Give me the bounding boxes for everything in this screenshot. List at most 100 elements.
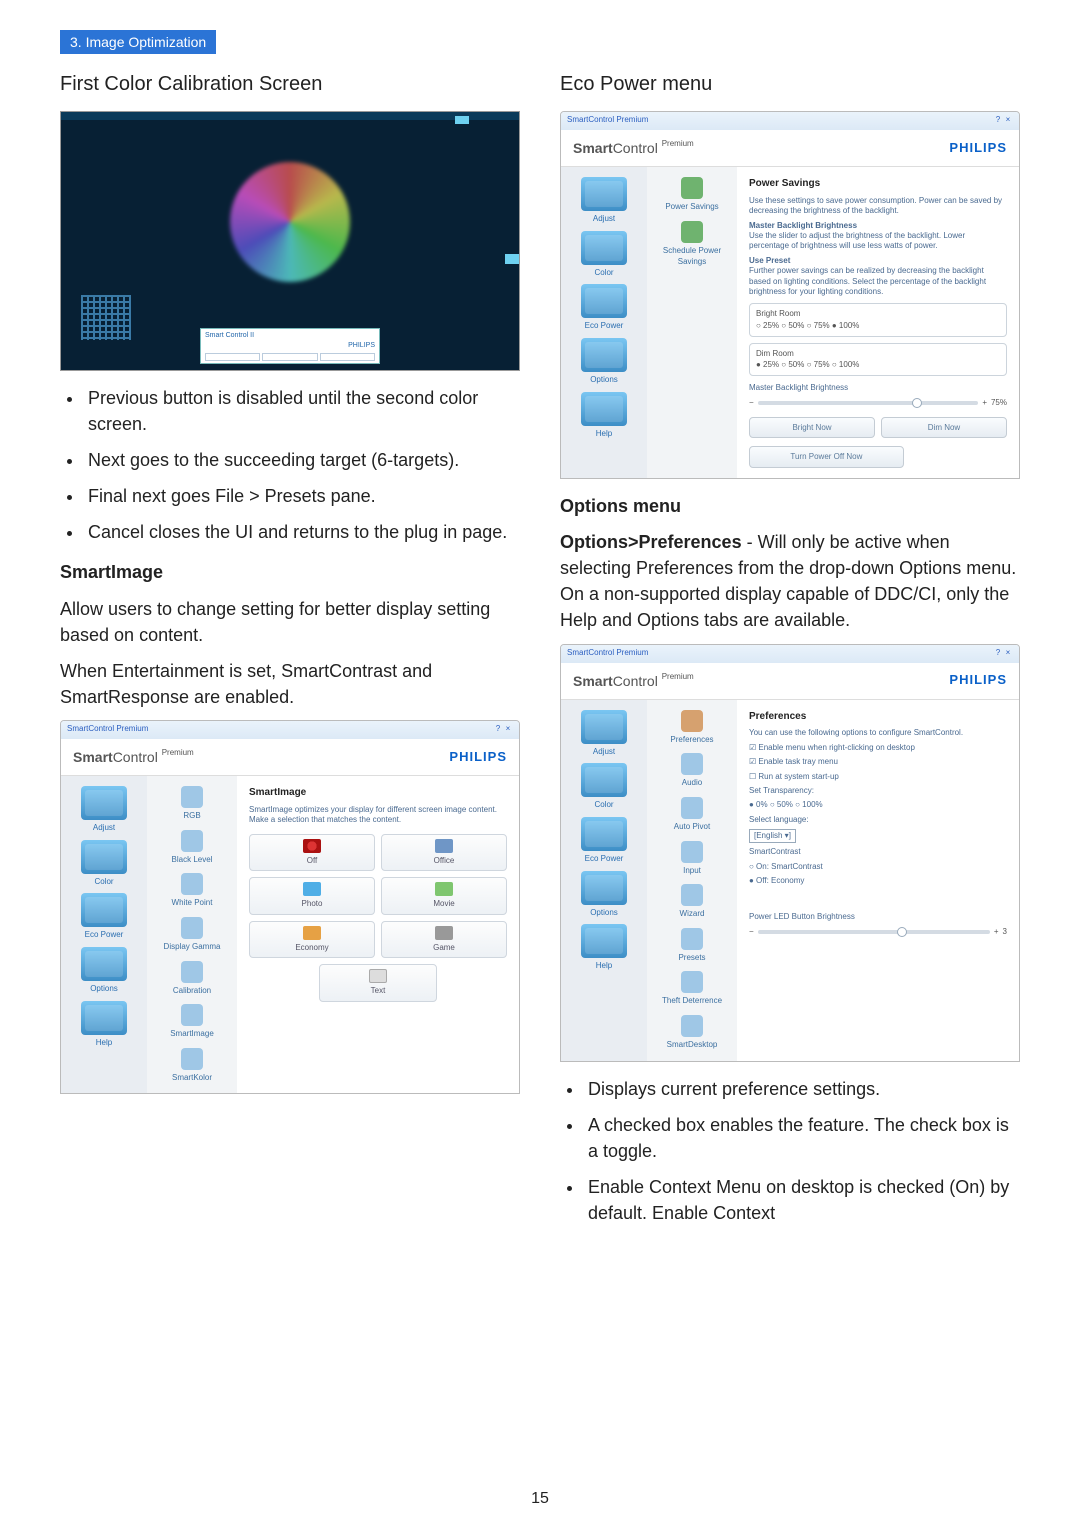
fieldset-bright-room[interactable]: Bright Room ○ 25% ○ 50% ○ 75% ● 100%: [749, 303, 1007, 336]
panel-content: Power Savings Use these settings to save…: [737, 167, 1019, 478]
tile-photo[interactable]: Photo: [249, 877, 375, 915]
pref-line[interactable]: ☑ Enable task tray menu: [749, 757, 1007, 767]
sidebar-item-adjust[interactable]: Adjust: [573, 177, 635, 225]
panel-subsidebar: Power Savings Schedule Power Savings: [647, 167, 737, 478]
panel-titlebar-text: SmartControl Premium: [567, 647, 648, 661]
fs2-opts[interactable]: ● 25% ○ 50% ○ 75% ○ 100%: [756, 359, 1000, 371]
sidebar-item-color[interactable]: Color: [573, 231, 635, 279]
sidebar-item-ecopower[interactable]: Eco Power: [73, 893, 135, 941]
philips-logo: PHILIPS: [949, 671, 1007, 690]
bright-now-button[interactable]: Bright Now: [749, 417, 875, 439]
pref-line[interactable]: ● 0% ○ 50% ○ 100%: [749, 800, 1007, 810]
philips-logo: PHILIPS: [449, 748, 507, 767]
pref-line[interactable]: ● Off: Economy: [749, 876, 1007, 886]
slider-label: Master Backlight Brightness: [749, 382, 1007, 394]
subsidebar-schedule[interactable]: Schedule Power Savings: [657, 221, 727, 268]
content-title: SmartImage: [249, 786, 507, 801]
calib-label-1: Smart Control II: [205, 331, 375, 341]
pref-line[interactable]: ○ On: SmartContrast: [749, 862, 1007, 872]
panel-content: Preferences You can use the following op…: [737, 700, 1019, 1061]
close-icon[interactable]: ×: [1003, 114, 1013, 124]
slider-row[interactable]: − + 3: [749, 926, 1007, 938]
sidebar-item-color[interactable]: Color: [573, 763, 635, 811]
sc-rest: Control: [613, 140, 658, 156]
dim-now-button[interactable]: Dim Now: [881, 417, 1007, 439]
tile-economy[interactable]: Economy: [249, 921, 375, 959]
help-icon[interactable]: ?: [493, 723, 503, 733]
panel-titlebar: SmartControl Premium ?×: [561, 645, 1019, 663]
sc-rest: Control: [613, 673, 658, 689]
tile-office[interactable]: Office: [381, 834, 507, 872]
subsidebar-gamma[interactable]: Display Gamma: [157, 917, 227, 953]
help-icon[interactable]: ?: [993, 114, 1003, 124]
close-icon[interactable]: ×: [1003, 647, 1013, 657]
right-column: Eco Power menu SmartControl Premium ?× S…: [560, 70, 1020, 1240]
panel-subsidebar: Preferences Audio Auto Pivot Input Wizar…: [647, 700, 737, 1061]
smartimage-p1: Allow users to change setting for better…: [60, 596, 520, 648]
sidebar-item-ecopower[interactable]: Eco Power: [573, 284, 635, 332]
tiles: Off Office Photo Movie Economy Game Text: [249, 834, 507, 1002]
fs1-opts[interactable]: ○ 25% ○ 50% ○ 75% ● 100%: [756, 320, 1000, 332]
sidebar-item-help[interactable]: Help: [573, 392, 635, 440]
pref-line[interactable]: ☐ Run at system start-up: [749, 772, 1007, 782]
panel-header: SmartControl Premium PHILIPS: [561, 130, 1019, 167]
subsidebar-presets[interactable]: Presets: [657, 928, 727, 964]
subsidebar-blacklevel[interactable]: Black Level: [157, 830, 227, 866]
subsidebar-whitepoint[interactable]: White Point: [157, 873, 227, 909]
subsidebar-input[interactable]: Input: [657, 841, 727, 877]
subsidebar-autopivot[interactable]: Auto Pivot: [657, 797, 727, 833]
tile-text[interactable]: Text: [319, 964, 438, 1002]
sidebar-item-options[interactable]: Options: [573, 871, 635, 919]
tile-game[interactable]: Game: [381, 921, 507, 959]
pref-line: Select language:: [749, 815, 1007, 825]
sc-sup: Premium: [662, 672, 694, 681]
subsidebar-smartdesktop[interactable]: SmartDesktop: [657, 1015, 727, 1051]
sidebar-item-help[interactable]: Help: [73, 1001, 135, 1049]
desc3-h: Use Preset: [749, 256, 790, 265]
subsidebar-theft[interactable]: Theft Deterrence: [657, 971, 727, 1007]
right-bullets: Displays current preference settings. A …: [584, 1076, 1020, 1226]
sidebar-item-options[interactable]: Options: [573, 338, 635, 386]
sidebar-item-options[interactable]: Options: [73, 947, 135, 995]
panel-titlebar-text: SmartControl Premium: [567, 114, 648, 128]
sc-rest: Control: [113, 749, 158, 765]
panel-titlebar-text: SmartControl Premium: [67, 723, 148, 737]
fieldset-dim-room[interactable]: Dim Room ● 25% ○ 50% ○ 75% ○ 100%: [749, 343, 1007, 376]
subsidebar-wizard[interactable]: Wizard: [657, 884, 727, 920]
subsidebar-rgb[interactable]: RGB: [157, 786, 227, 822]
desc2-h: Master Backlight Brightness: [749, 221, 857, 230]
sidebar-item-adjust[interactable]: Adjust: [73, 786, 135, 834]
calib-label-2: PHILIPS: [205, 341, 375, 351]
panel-sidebar: Adjust Color Eco Power Options Help: [561, 700, 647, 1061]
subsidebar-audio[interactable]: Audio: [657, 753, 727, 789]
turn-power-off-button[interactable]: Turn Power Off Now: [749, 446, 904, 468]
screenshot-preferences-panel: SmartControl Premium ?× SmartControl Pre…: [560, 644, 1020, 1062]
pref-line[interactable]: ☑ Enable menu when right-clicking on des…: [749, 743, 1007, 753]
sidebar-item-help[interactable]: Help: [573, 924, 635, 972]
subsidebar-preferences[interactable]: Preferences: [657, 710, 727, 746]
sidebar-item-adjust[interactable]: Adjust: [573, 710, 635, 758]
language-dropdown[interactable]: [English ▾]: [749, 829, 796, 843]
tile-off[interactable]: Off: [249, 834, 375, 872]
window-buttons: ?×: [993, 647, 1013, 661]
page-number: 15: [531, 1490, 549, 1508]
bullet: Cancel closes the UI and returns to the …: [84, 519, 520, 545]
subsidebar-powersavings[interactable]: Power Savings: [657, 177, 727, 213]
right-heading: Eco Power menu: [560, 70, 1020, 99]
tile-movie[interactable]: Movie: [381, 877, 507, 915]
bullet: Next goes to the succeeding target (6-ta…: [84, 447, 520, 473]
window-buttons: ?×: [493, 723, 513, 737]
subsidebar-smartimage[interactable]: SmartImage: [157, 1004, 227, 1040]
subsidebar-calibration[interactable]: Calibration: [157, 961, 227, 997]
sidebar-item-ecopower[interactable]: Eco Power: [573, 817, 635, 865]
bullet: Final next goes File > Presets pane.: [84, 483, 520, 509]
panel-body: Adjust Color Eco Power Options Help Pref…: [561, 700, 1019, 1061]
close-icon[interactable]: ×: [503, 723, 513, 733]
help-icon[interactable]: ?: [993, 647, 1003, 657]
panel-titlebar: SmartControl Premium ?×: [61, 721, 519, 739]
sidebar-item-color[interactable]: Color: [73, 840, 135, 888]
subsidebar-smartkolor[interactable]: SmartKolor: [157, 1048, 227, 1084]
bullet: A checked box enables the feature. The c…: [584, 1112, 1020, 1164]
fs2-label: Dim Room: [756, 348, 1000, 360]
slider-row[interactable]: − + 75%: [749, 397, 1007, 409]
